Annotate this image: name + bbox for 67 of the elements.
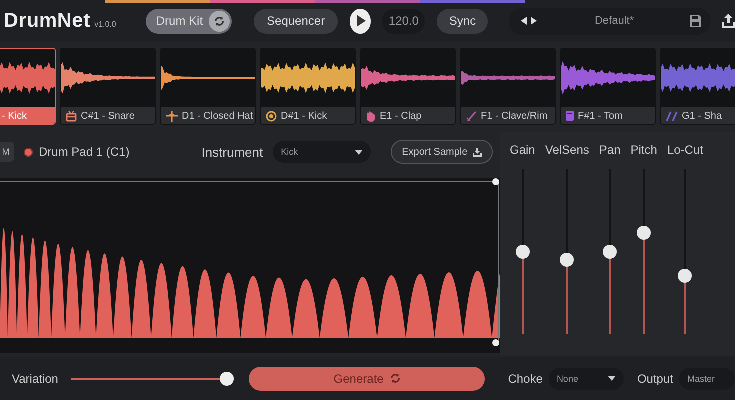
ring-icon: [266, 110, 277, 122]
hand-icon: [366, 110, 376, 122]
preset-selector[interactable]: Default*: [509, 8, 711, 34]
fader-thumb[interactable]: [560, 252, 574, 267]
play-button[interactable]: [350, 8, 372, 34]
export-sample-button[interactable]: Export Sample: [391, 140, 493, 164]
choke-label: Choke: [508, 372, 543, 386]
pad-name: Drum Pad 1 (C1): [39, 145, 130, 159]
fader-thumb[interactable]: [678, 269, 692, 284]
drum-pad[interactable]: G1 - Sha: [660, 48, 735, 125]
mute-button[interactable]: M: [0, 142, 14, 162]
cylinder-icon: [566, 110, 574, 122]
drum-pad[interactable]: D1 - Closed Hat: [160, 48, 256, 125]
fader-label: Gain: [510, 143, 536, 159]
pad-label: D#1 - Kick: [281, 110, 328, 122]
fader-thumb[interactable]: [516, 244, 530, 258]
drum-pad[interactable]: F1 - Clave/Rim: [460, 48, 556, 125]
drum-pad[interactable]: E1 - Clap: [360, 48, 456, 125]
output-dropdown[interactable]: Master: [679, 368, 735, 390]
caret-icon: [355, 150, 364, 154]
fader-label: VelSens: [545, 143, 590, 159]
pad-label: C#1 - Snare: [81, 110, 135, 122]
fader-label: Lo-Cut: [667, 143, 704, 159]
instrument-dropdown[interactable]: Kick: [273, 141, 372, 163]
pad-label: F#1 - Tom: [578, 110, 623, 122]
next-button[interactable]: [529, 17, 540, 25]
sequencer-button[interactable]: Sequencer: [254, 8, 338, 34]
version-label: v1.0.0: [94, 20, 116, 28]
pad-label: D1 - Closed Hat: [182, 110, 254, 122]
fader-label: Pitch: [630, 143, 658, 159]
preset-name: Default*: [594, 15, 636, 27]
instrument-label: Instrument: [202, 144, 264, 160]
save-icon[interactable]: [690, 15, 701, 27]
fader-label: Pan: [599, 143, 621, 159]
choke-dropdown[interactable]: None: [548, 368, 624, 390]
left-arrow-icon: [521, 17, 528, 25]
refresh-icon: [390, 373, 401, 384]
fader-thumb[interactable]: [603, 244, 618, 258]
variation-slider[interactable]: [71, 372, 232, 386]
output-label: Output: [637, 372, 674, 386]
refresh-icon: [214, 16, 226, 26]
drum-pad[interactable]: F#1 - Tom: [560, 48, 656, 125]
drum-kit-toggle[interactable]: Drum Kit: [146, 8, 232, 34]
fader-thumb[interactable]: [637, 226, 652, 240]
slashes-icon: [666, 110, 678, 122]
cymbal-icon: [166, 110, 178, 122]
variation-label: Variation: [12, 372, 58, 386]
tempo-field[interactable]: 120.0: [382, 8, 426, 34]
slider-thumb[interactable]: [220, 372, 234, 386]
drum-pad[interactable]: C#1 - Snare: [60, 48, 156, 125]
download-icon: [472, 148, 482, 156]
pad-label: F1 - Clave/Rim: [481, 110, 548, 122]
envelope-handle[interactable]: [492, 340, 500, 346]
envelope-handle[interactable]: [492, 178, 500, 186]
app-logo: DrumNet: [4, 10, 91, 32]
pad-label: - Kick: [2, 110, 27, 122]
play-icon: [356, 15, 366, 27]
pad-label: E1 - Clap: [380, 110, 422, 122]
pad-color-icon: [24, 148, 33, 156]
drum-pad[interactable]: D#1 - Kick: [260, 48, 356, 125]
pad-label: G1 - Sha: [682, 110, 722, 122]
sync-button[interactable]: Sync: [437, 8, 488, 34]
stick-icon: [466, 110, 477, 122]
caret-icon: [608, 376, 616, 381]
share-icon[interactable]: [722, 14, 735, 28]
right-arrow-icon: [531, 17, 538, 25]
previous-button[interactable]: [519, 17, 530, 25]
